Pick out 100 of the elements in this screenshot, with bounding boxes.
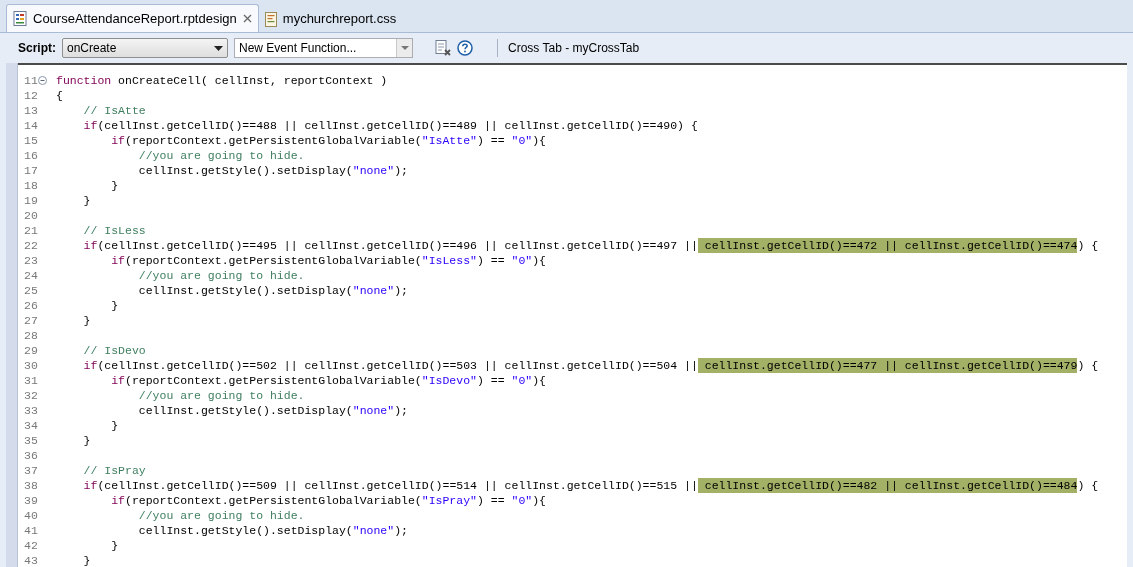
line-number: 19: [24, 193, 38, 208]
line-number: 21: [24, 223, 38, 238]
line-number: 30: [24, 358, 38, 373]
line-number: 24: [24, 268, 38, 283]
line-number: 43: [24, 553, 38, 567]
code-text: }: [110, 178, 119, 193]
line-number: 39: [24, 493, 38, 508]
code-text: (cellInst.getCellID()==502 || cellInst.getCellID()==503 || cellInst.getCellID()==504 ||: [97, 358, 698, 373]
document-icon: [264, 11, 277, 27]
code-text: if: [82, 238, 98, 253]
highlighted-code: cellInst.getCellID()==482 || cellInst.getCellID()==484: [697, 478, 1078, 493]
line-number: 26: [24, 298, 38, 313]
line-number: 41: [24, 523, 38, 538]
line-number: 28: [24, 328, 38, 343]
code-text: (reportContext.getPersistentGlobalVariable(: [125, 253, 422, 268]
code-comment: // IsDevo: [82, 343, 146, 358]
editor-tab[interactable]: mychurchreport.css: [258, 6, 403, 32]
code-text: ){: [532, 253, 547, 268]
script-dropdown[interactable]: onCreate: [62, 38, 228, 58]
code-text: ) ==: [477, 493, 506, 508]
code-text: (cellInst.getCellID()==495 || cellInst.getCellID()==496 || cellInst.getCellID()==497 ||: [97, 238, 698, 253]
code-text: ) ==: [477, 133, 506, 148]
code-text: ) {: [1077, 358, 1099, 373]
collapse-icon[interactable]: [37, 76, 47, 85]
code-text: "IsAtte": [421, 133, 477, 148]
line-number: 42: [24, 538, 38, 553]
line-number: 11: [24, 73, 38, 88]
code-text: "IsDevo": [421, 373, 477, 388]
code-text: }: [110, 298, 119, 313]
line-number: 14: [24, 118, 38, 133]
line-number: 25: [24, 283, 38, 298]
highlighted-code: cellInst.getCellID()==477 || cellInst.getCellID()==479: [697, 358, 1078, 373]
context-label: Cross Tab - myCrossTab: [508, 40, 640, 57]
code-text: ) {: [1077, 238, 1099, 253]
line-number: 36: [24, 448, 38, 463]
line-number: 35: [24, 433, 38, 448]
code-text: cellInst.getStyle().setDisplay(: [137, 163, 353, 178]
line-number: 22: [24, 238, 38, 253]
code-text: "0": [511, 253, 533, 268]
code-text: "IsPray": [421, 493, 477, 508]
help-icon[interactable]: [457, 40, 473, 56]
code-text: function: [56, 73, 112, 88]
line-number: 32: [24, 388, 38, 403]
report-file-icon: [13, 11, 27, 26]
code-text: if: [110, 253, 125, 268]
code-text: (cellInst.getCellID()==509 || cellInst.getCellID()==514 || cellInst.getCellID()==515 ||: [97, 478, 698, 493]
editor-tab[interactable]: CourseAttendanceReport.rptdesign: [6, 4, 259, 32]
code-text: );: [394, 283, 408, 298]
code-text: }: [82, 433, 91, 448]
line-number: 34: [24, 418, 38, 433]
code-text: "none": [352, 283, 395, 298]
line-number: 12: [24, 88, 38, 103]
code-text: );: [394, 163, 408, 178]
code-text: if: [110, 133, 125, 148]
code-text: if: [82, 358, 98, 373]
line-number: 17: [24, 163, 38, 178]
line-number: 40: [24, 508, 38, 523]
line-number: 38: [24, 478, 38, 493]
code-text: {: [56, 88, 63, 103]
code-text: if: [82, 478, 98, 493]
line-number: 23: [24, 253, 38, 268]
line-number: 18: [24, 178, 38, 193]
code-text: ) ==: [477, 373, 506, 388]
code-text: cellInst.getStyle().setDisplay(: [137, 283, 353, 298]
code-comment: //you are going to hide.: [137, 148, 305, 163]
line-number: 33: [24, 403, 38, 418]
code-text: "none": [352, 523, 395, 538]
code-text: onCreateCell( cellInst, reportContext ): [117, 73, 388, 88]
line-number: 16: [24, 148, 38, 163]
code-text: );: [394, 523, 408, 538]
code-text: ){: [532, 133, 547, 148]
code-text: (reportContext.getPersistentGlobalVariable(: [125, 133, 422, 148]
remove-script-icon[interactable]: [435, 40, 451, 56]
code-comment: // IsPray: [82, 463, 146, 478]
code-text: cellInst.getStyle().setDisplay(: [137, 523, 353, 538]
code-text: (reportContext.getPersistentGlobalVariable(: [125, 373, 422, 388]
code-text: }: [82, 313, 91, 328]
dropdown-caret-icon: [400, 46, 409, 50]
code-text: if: [82, 118, 98, 133]
code-text: (cellInst.getCellID()==488 || cellInst.getCellID()==489 || cellInst.getCellID()==490) {: [97, 118, 698, 133]
tab-label: CourseAttendanceReport.rptdesign: [33, 9, 237, 28]
code-text: if: [110, 493, 125, 508]
code-comment: //you are going to hide.: [137, 388, 305, 403]
code-text: );: [394, 403, 408, 418]
highlighted-code: cellInst.getCellID()==472 || cellInst.getCellID()==474: [697, 238, 1078, 253]
close-icon[interactable]: [242, 14, 252, 23]
code-text: "0": [511, 133, 533, 148]
code-text: }: [82, 193, 91, 208]
code-text: "IsLess": [421, 253, 477, 268]
code-text: ) ==: [477, 253, 506, 268]
code-text: "0": [511, 493, 533, 508]
dropdown-caret-icon: [214, 45, 223, 51]
code-text: "0": [511, 373, 533, 388]
code-text: }: [82, 553, 91, 567]
line-number: 15: [24, 133, 38, 148]
line-number: 29: [24, 343, 38, 358]
function-dropdown[interactable]: New Event Function...: [234, 38, 413, 58]
code-comment: // IsAtte: [82, 103, 146, 118]
line-number: 13: [24, 103, 38, 118]
line-number: 20: [24, 208, 38, 223]
